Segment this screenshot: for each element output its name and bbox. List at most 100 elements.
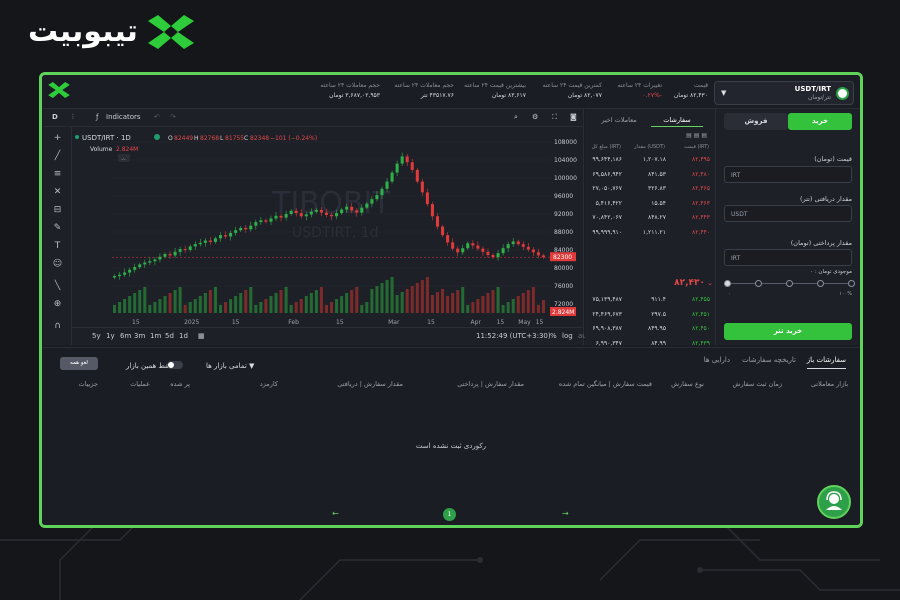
volume-bar xyxy=(345,293,349,313)
candle-body xyxy=(526,246,530,250)
support-button[interactable] xyxy=(817,485,851,519)
candle-body xyxy=(536,252,540,256)
pay-input[interactable]: IRT xyxy=(724,249,852,266)
sell-tab[interactable]: فروش xyxy=(724,113,788,130)
range-5y[interactable]: 5y xyxy=(92,332,101,340)
price-chart[interactable]: TIBOBIT USDTIRT, 1d 10800010400010000096… xyxy=(72,127,584,327)
candle-body xyxy=(178,249,182,252)
ruler-icon[interactable]: ╲ xyxy=(52,281,63,292)
volume-bar xyxy=(294,302,298,313)
volume-bar xyxy=(304,296,308,313)
interval-button[interactable]: D xyxy=(52,113,58,121)
ask-row[interactable]: ۸۲,۴۶۵ ۳۲۶.۸۳ ۲۷,۰۵۰,۷۶۷ xyxy=(585,184,716,194)
bid-row[interactable]: ۸۲,۴۵۵ ۹۱۱.۴ ۷۵,۱۳۹,۴۸۷ xyxy=(585,295,716,305)
book-view-icons[interactable]: ▤ ▤ ▤ xyxy=(686,132,707,139)
volume-value: 2.824M xyxy=(116,146,138,153)
volume-bar xyxy=(496,287,500,313)
exchange-frame: قیمت ۸۲,۴۳۰ تومان تغییرات ۲۴ ساعته -۰.۲۷% … xyxy=(39,72,863,528)
candle-body xyxy=(521,244,525,247)
tibobit-x-icon[interactable] xyxy=(48,82,70,98)
candle-body xyxy=(541,255,545,258)
chart-watermark-sub: USDTIRT, 1d xyxy=(292,225,379,241)
percent-toggle[interactable]: % xyxy=(550,332,557,340)
cancel-all-button[interactable]: لغو همه xyxy=(60,357,98,370)
buy-tab[interactable]: خرید xyxy=(788,113,852,130)
candle-body xyxy=(481,248,485,252)
indicators-icon[interactable]: ƒ xyxy=(96,113,98,121)
brand-wordmark: تیبوبیت xyxy=(28,14,138,49)
volume-bar xyxy=(385,280,389,313)
candle-body xyxy=(425,192,429,205)
volume-bar xyxy=(430,295,434,313)
tab-assets[interactable]: دارایی ها xyxy=(704,356,730,364)
ask-row[interactable]: ۸۲,۴۴۰ ۱,۲۱۱.۲۱ ۹۹,۹۹۹,۹۱۰ xyxy=(585,228,716,238)
crosshair-icon[interactable]: + xyxy=(52,133,63,144)
col-price: قیمت (IRT) xyxy=(684,144,709,150)
camera-icon[interactable]: ◙ xyxy=(570,113,577,121)
buy-tether-button[interactable]: خرید تتر xyxy=(724,323,852,340)
volume-bar xyxy=(451,293,455,313)
candle-type-icon[interactable]: ⫶ xyxy=(72,113,74,122)
pair-selector[interactable]: USDT/IRT تتر/تومان ▼ xyxy=(714,81,854,105)
volume-bar xyxy=(456,290,460,313)
fib-icon[interactable]: ≡ xyxy=(52,169,63,180)
undo-icon[interactable]: ↶ xyxy=(154,113,160,121)
bid-row[interactable]: ۸۲,۴۵۰ ۸۴۹.۹۵ ۶۹,۹۰۸,۳۸۷ xyxy=(585,324,716,334)
candle-body xyxy=(168,254,172,256)
ask-row[interactable]: ۸۲,۴۹۵ ۱,۲۰۷.۱۸ ۹۹,۶۴۴,۱۸۶ xyxy=(585,155,716,165)
market-filter[interactable]: ▼ تمامی بازار ها xyxy=(206,362,254,370)
log-toggle[interactable]: log xyxy=(562,332,573,340)
range-6m[interactable]: 6m xyxy=(120,332,131,340)
brush-icon[interactable]: ✎ xyxy=(52,223,63,234)
range-1m[interactable]: 1m xyxy=(150,332,161,340)
col-market: بازار معاملاتی xyxy=(810,380,848,388)
price-input[interactable]: IRT xyxy=(724,166,852,183)
volume-bar xyxy=(390,277,394,313)
indicators-button[interactable]: Indicators xyxy=(106,113,141,121)
page-1-button[interactable]: 1 xyxy=(443,508,456,521)
range-5d[interactable]: 5d xyxy=(165,332,174,340)
zoom-icon[interactable]: ⊕ xyxy=(52,299,63,310)
search-icon[interactable]: ⌕ xyxy=(514,113,518,122)
magnet-icon[interactable]: ∩ xyxy=(52,321,63,332)
ask-row[interactable]: ۸۲,۴۶۳ ۱۵.۵۴ ۵,۴۱۶,۴۲۲ xyxy=(585,199,716,209)
candle-body xyxy=(491,254,495,258)
current-volume-label: 2.824M xyxy=(552,309,574,316)
emoji-icon[interactable]: ☺ xyxy=(52,259,63,270)
ticker-high: بیشترین قیمت ۲۴ ساعته ۸۳,۶۱۷ تومان xyxy=(464,82,526,99)
volume-bar xyxy=(425,277,429,313)
candle-body xyxy=(173,251,177,256)
volume-bar xyxy=(239,293,243,313)
bid-row[interactable]: ۸۲,۴۵۱ ۲۹۷.۵ ۲۴,۴۶۹,۶۷۳ xyxy=(585,310,716,320)
amount-input[interactable]: USDT xyxy=(724,205,852,222)
prev-page-icon[interactable]: ← xyxy=(332,509,339,518)
tab-order-history[interactable]: تاریخچه سفارشات xyxy=(742,356,796,364)
volume-bar xyxy=(264,299,268,313)
ask-row[interactable]: ۸۲,۴۴۳ ۸۴۸.۲۷ ۷۰,۸۴۲,۰۶۷ xyxy=(585,213,716,223)
next-page-icon[interactable]: → xyxy=(562,509,569,518)
candle-body xyxy=(451,242,455,249)
forecast-icon[interactable]: ⊟ xyxy=(52,205,63,216)
fullscreen-icon[interactable]: ⛶ xyxy=(552,113,557,122)
volume-bar xyxy=(193,299,197,313)
calendar-icon[interactable]: ▦ xyxy=(198,332,205,340)
text-icon[interactable]: T xyxy=(52,241,63,252)
tab-open-orders[interactable]: سفارشات باز xyxy=(806,356,846,369)
ticker-price: قیمت ۸۲,۴۳۰ تومان xyxy=(673,82,708,99)
only-this-market-toggle[interactable] xyxy=(167,361,183,369)
range-1d[interactable]: 1d xyxy=(179,332,188,340)
tab-recent-trades[interactable]: معاملات اخیر xyxy=(593,113,645,127)
range-1y[interactable]: 1y xyxy=(106,332,115,340)
volume-bar xyxy=(461,287,465,313)
redo-icon[interactable]: ↷ xyxy=(170,113,176,121)
chart-time: 11:52:49 (UTC+3:30) xyxy=(476,332,551,340)
time-axis-label: Mar xyxy=(388,319,400,326)
gear-icon[interactable]: ⚙ xyxy=(532,113,538,121)
candle-body xyxy=(340,209,344,214)
pattern-icon[interactable]: ✕ xyxy=(52,187,63,198)
amount-slider[interactable] xyxy=(724,280,855,287)
range-3m[interactable]: 3m xyxy=(134,332,145,340)
trendline-icon[interactable]: ╱ xyxy=(52,151,63,162)
tab-orders[interactable]: سفارشات xyxy=(651,113,703,127)
ask-row[interactable]: ۸۲,۴۸۰ ۸۴۱.۵۳ ۶۹,۵۸۶,۹۴۲ xyxy=(585,170,716,180)
